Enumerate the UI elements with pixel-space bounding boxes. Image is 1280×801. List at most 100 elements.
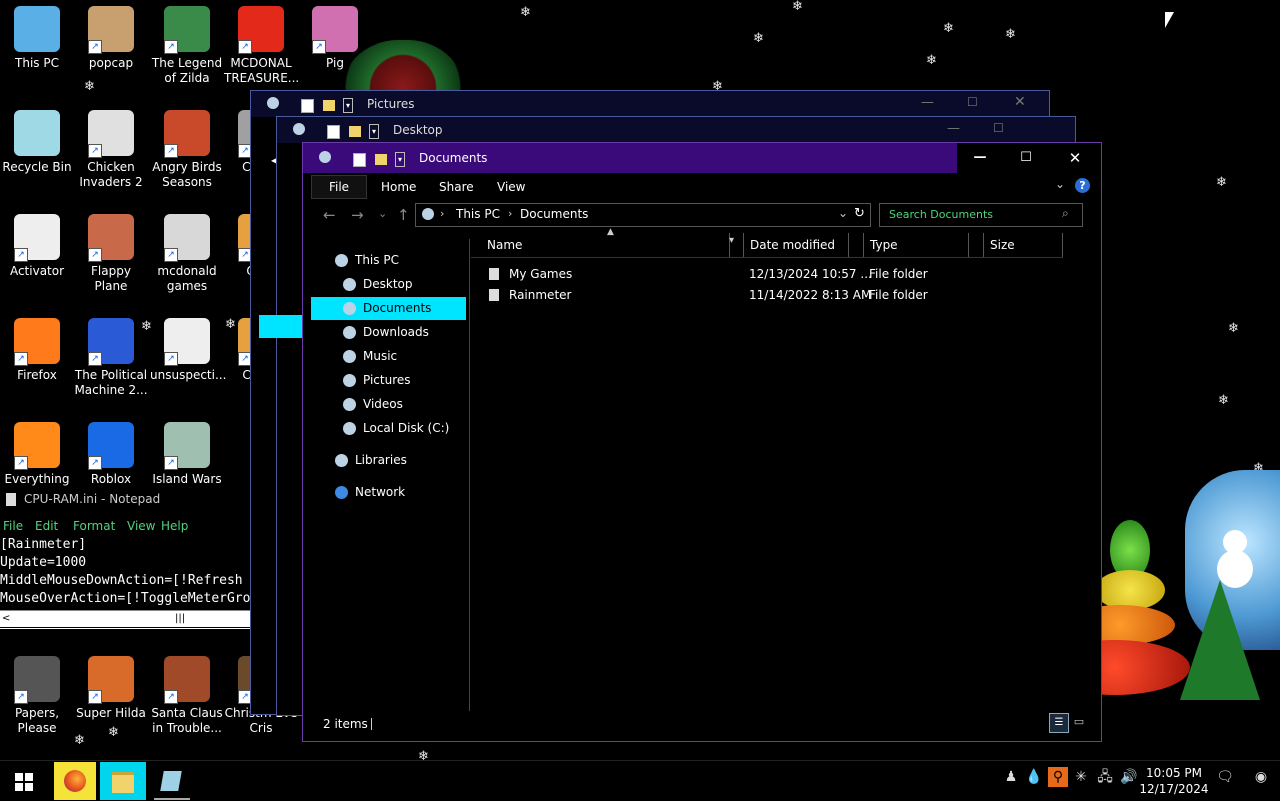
desktop-icon[interactable]: ↗ The Political Machine 2...	[74, 318, 148, 398]
tab-home[interactable]: Home	[381, 176, 416, 198]
network-icon[interactable]: 🖧	[1096, 767, 1114, 787]
tab-share[interactable]: Share	[439, 176, 474, 198]
desktop-icon[interactable]: Recycle Bin	[0, 110, 74, 175]
recent-locations-chevron-icon[interactable]: ⌄	[378, 207, 387, 220]
desktop-icon[interactable]: ↗ mcdonald games	[150, 214, 224, 294]
properties-icon[interactable]	[301, 99, 314, 113]
up-arrow-icon[interactable]: ↑	[397, 206, 410, 224]
nav-item[interactable]: Music	[311, 345, 466, 368]
scroll-left-arrow-icon[interactable]: <	[2, 611, 10, 627]
maximize-icon[interactable]: ☐	[967, 95, 978, 109]
column-type[interactable]: Type	[863, 233, 969, 257]
maximize-button[interactable]: ☐	[1003, 143, 1049, 173]
address-bar[interactable]: › This PC › Documents ⌄ ↻	[415, 203, 871, 227]
minimize-icon[interactable]: —	[921, 95, 934, 110]
desktop-titlebar[interactable]: ▾ Desktop — ☐	[277, 117, 1075, 143]
desktop-icon[interactable]: ↗ The Legend of Zilda	[150, 6, 224, 86]
nav-item[interactable]: Documents	[311, 297, 466, 320]
notepad-title: CPU-RAM.ini - Notepad	[24, 492, 161, 506]
documents-explorer-window[interactable]: ▾ Documents — ☐ ✕ File Home Share View ⌄…	[302, 142, 1102, 742]
notepad-text-area[interactable]: [Rainmeter] Update=1000 MiddleMouseDownAct…	[0, 536, 250, 606]
notepad-menu-item[interactable]: File	[3, 516, 23, 536]
droplet-icon[interactable]: 💧	[1025, 767, 1043, 787]
forward-arrow-icon[interactable]: →	[351, 206, 364, 224]
desktop-icon[interactable]: ↗ unsuspecti...	[150, 318, 226, 383]
nav-item[interactable]: Videos	[311, 393, 466, 416]
back-arrow-icon[interactable]: ←	[323, 206, 336, 224]
column-filter-dropdown-icon[interactable]: ▾	[729, 235, 741, 246]
column-date-modified[interactable]: Date modified	[743, 233, 849, 257]
search-magnifier-icon[interactable]: ⚲	[1048, 767, 1068, 787]
minimize-icon[interactable]: —	[947, 121, 960, 136]
close-icon[interactable]: ✕	[1014, 94, 1026, 110]
start-button[interactable]	[0, 761, 48, 801]
large-icons-view-icon[interactable]: ▭	[1071, 714, 1087, 730]
nav-item[interactable]: Local Disk (C:)	[311, 417, 466, 440]
notepad-menu-item[interactable]: Help	[161, 516, 188, 536]
properties-icon[interactable]	[353, 153, 366, 167]
help-icon[interactable]: ?	[1075, 178, 1090, 193]
new-folder-icon[interactable]	[375, 154, 387, 165]
column-name[interactable]: Name ▾	[471, 233, 734, 257]
desktop-icon[interactable]: ↗ Santa Claus in Trouble...	[150, 656, 224, 736]
desktop-icon[interactable]: ↗ Papers, Please	[0, 656, 74, 736]
desktop-icon[interactable]: ↗ Super Hilda	[74, 656, 148, 721]
quick-access-dropdown-icon[interactable]: ▾	[395, 152, 405, 167]
close-button[interactable]: ✕	[1049, 143, 1101, 173]
scroll-thumb[interactable]: |||	[175, 611, 185, 627]
show-desktop-icon[interactable]: ◉	[1252, 767, 1270, 787]
file-row[interactable]: Rainmeter 11/14/2022 8:13 AM File folder	[485, 285, 1065, 306]
nav-item[interactable]: Libraries	[311, 449, 466, 472]
desktop-icon[interactable]: ↗ Activator	[0, 214, 74, 279]
details-view-icon[interactable]: ☰	[1049, 713, 1069, 733]
desktop-icon[interactable]: ↗ Roblox	[74, 422, 148, 487]
desktop-icon[interactable]: ↗ Angry Birds Seasons	[150, 110, 224, 190]
maximize-icon[interactable]: ☐	[993, 121, 1004, 135]
desktop-icon[interactable]: ↗ Everything	[0, 422, 74, 487]
taskbar-firefox[interactable]	[54, 762, 96, 800]
notepad-menu-item[interactable]: Edit	[35, 516, 58, 536]
desktop-icon[interactable]: ↗ MCDONAL TREASURE...	[224, 6, 299, 86]
volume-icon[interactable]: 🔊	[1120, 767, 1138, 787]
breadcrumb-documents[interactable]: Documents	[520, 207, 588, 221]
clock[interactable]: 10:05 PM 12/17/2024	[1138, 763, 1210, 799]
tab-view[interactable]: View	[497, 176, 525, 198]
column-size[interactable]: Size	[983, 233, 1063, 257]
sparkle-icon[interactable]: ✳	[1072, 767, 1090, 787]
nav-item[interactable]: Desktop	[311, 273, 466, 296]
search-input[interactable]: Search Documents	[889, 208, 993, 221]
taskbar-notepad[interactable]	[150, 762, 194, 800]
minimize-button[interactable]: —	[957, 143, 1003, 173]
explorer-titlebar[interactable]: ▾ Documents — ☐ ✕	[303, 143, 1101, 173]
nav-item[interactable]: Network	[311, 481, 466, 504]
action-center-icon[interactable]: 🗨	[1216, 767, 1234, 787]
ribbon-expand-chevron-icon[interactable]: ⌄	[1055, 177, 1065, 191]
notepad-titlebar[interactable]: CPU-RAM.ini - Notepad	[0, 488, 252, 512]
nav-item[interactable]: Downloads	[311, 321, 466, 344]
nav-item[interactable]: Pictures	[311, 369, 466, 392]
desktop-icon[interactable]: ↗ Chicken Invaders 2	[74, 110, 148, 190]
app-tray-icon[interactable]: ♟	[1002, 767, 1020, 787]
desktop-icon[interactable]: This PC	[0, 6, 74, 71]
notepad-window[interactable]: CPU-RAM.ini - Notepad File Edit Format View…	[0, 488, 252, 654]
refresh-icon[interactable]: ↻	[854, 206, 865, 221]
breadcrumb-this-pc[interactable]: This PC	[456, 207, 500, 221]
new-folder-icon[interactable]	[349, 126, 361, 137]
quick-access-dropdown-icon[interactable]: ▾	[369, 124, 379, 139]
tab-file[interactable]: File	[311, 175, 367, 199]
notepad-menu-item[interactable]: Format	[73, 516, 115, 536]
taskbar-file-explorer[interactable]	[100, 762, 146, 800]
new-folder-icon[interactable]	[323, 100, 335, 111]
desktop-icon[interactable]: ↗ Firefox	[0, 318, 74, 383]
file-row[interactable]: My Games 12/13/2024 10:57 ... File folder	[485, 264, 1065, 285]
desktop-icon[interactable]: ↗ popcap	[74, 6, 148, 71]
nav-item[interactable]: This PC	[311, 249, 466, 272]
pictures-titlebar[interactable]: ▾ Pictures — ☐ ✕	[251, 91, 1049, 117]
notepad-menu-item[interactable]: View	[127, 516, 155, 536]
properties-icon[interactable]	[327, 125, 340, 139]
address-dropdown-icon[interactable]: ⌄	[838, 206, 848, 220]
notepad-horizontal-scrollbar[interactable]: < |||	[0, 610, 250, 627]
desktop-icon[interactable]: ↗ Flappy Plane	[74, 214, 148, 294]
search-box[interactable]: Search Documents ⌕	[879, 203, 1083, 227]
quick-access-dropdown-icon[interactable]: ▾	[343, 98, 353, 113]
